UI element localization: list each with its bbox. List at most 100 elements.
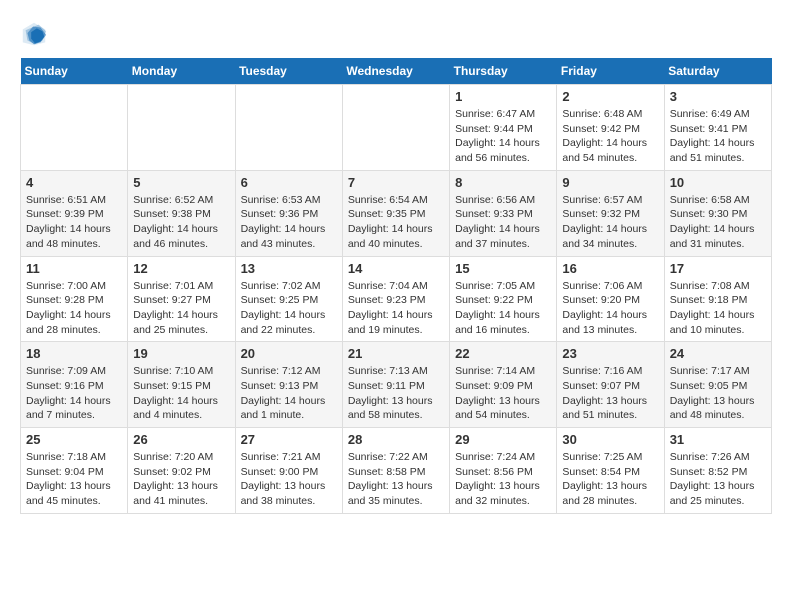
calendar-cell: 5 Sunrise: 6:52 AM Sunset: 9:38 PM Daylig… xyxy=(128,170,235,256)
day-info: Sunrise: 6:51 AM Sunset: 9:39 PM Dayligh… xyxy=(26,193,122,252)
day-info: Sunrise: 7:09 AM Sunset: 9:16 PM Dayligh… xyxy=(26,364,122,423)
day-info: Sunrise: 7:01 AM Sunset: 9:27 PM Dayligh… xyxy=(133,279,229,338)
day-info: Sunrise: 7:26 AM Sunset: 8:52 PM Dayligh… xyxy=(670,450,766,509)
day-info: Sunrise: 7:24 AM Sunset: 8:56 PM Dayligh… xyxy=(455,450,551,509)
calendar-cell xyxy=(21,85,128,171)
day-info: Sunrise: 6:49 AM Sunset: 9:41 PM Dayligh… xyxy=(670,107,766,166)
day-number: 24 xyxy=(670,346,766,361)
day-number: 22 xyxy=(455,346,551,361)
calendar-cell: 31 Sunrise: 7:26 AM Sunset: 8:52 PM Dayli… xyxy=(664,428,771,514)
logo-icon xyxy=(20,20,48,48)
calendar-cell: 16Sunrise: 7:06 AM Sunset: 9:20 PM Dayli… xyxy=(557,256,664,342)
weekday-header-row: SundayMondayTuesdayWednesdayThursdayFrid… xyxy=(21,58,772,85)
day-number: 29 xyxy=(455,432,551,447)
day-info: Sunrise: 6:52 AM Sunset: 9:38 PM Dayligh… xyxy=(133,193,229,252)
calendar-cell: 13 Sunrise: 7:02 AM Sunset: 9:25 PM Dayli… xyxy=(235,256,342,342)
day-info: Sunrise: 7:10 AM Sunset: 9:15 PM Dayligh… xyxy=(133,364,229,423)
day-number: 20 xyxy=(241,346,337,361)
day-number: 21 xyxy=(348,346,444,361)
weekday-header-saturday: Saturday xyxy=(664,58,771,85)
calendar-cell: 24 Sunrise: 7:17 AM Sunset: 9:05 PM Dayli… xyxy=(664,342,771,428)
weekday-header-tuesday: Tuesday xyxy=(235,58,342,85)
day-number: 23 xyxy=(562,346,658,361)
day-info: Sunrise: 7:18 AM Sunset: 9:04 PM Dayligh… xyxy=(26,450,122,509)
day-number: 18 xyxy=(26,346,122,361)
calendar-cell: 27 Sunrise: 7:21 AM Sunset: 9:00 PM Dayli… xyxy=(235,428,342,514)
day-number: 1 xyxy=(455,89,551,104)
calendar-cell: 28Sunrise: 7:22 AM Sunset: 8:58 PM Dayli… xyxy=(342,428,449,514)
day-number: 13 xyxy=(241,261,337,276)
calendar-cell: 3 Sunrise: 6:49 AM Sunset: 9:41 PM Daylig… xyxy=(664,85,771,171)
logo xyxy=(20,20,52,48)
calendar-week-row: 4 Sunrise: 6:51 AM Sunset: 9:39 PM Daylig… xyxy=(21,170,772,256)
day-number: 11 xyxy=(26,261,122,276)
day-info: Sunrise: 7:04 AM Sunset: 9:23 PM Dayligh… xyxy=(348,279,444,338)
calendar-header: SundayMondayTuesdayWednesdayThursdayFrid… xyxy=(21,58,772,85)
day-info: Sunrise: 6:58 AM Sunset: 9:30 PM Dayligh… xyxy=(670,193,766,252)
calendar-cell: 14 Sunrise: 7:04 AM Sunset: 9:23 PM Dayli… xyxy=(342,256,449,342)
day-number: 2 xyxy=(562,89,658,104)
calendar-table: SundayMondayTuesdayWednesdayThursdayFrid… xyxy=(20,58,772,514)
day-number: 8 xyxy=(455,175,551,190)
calendar-cell xyxy=(128,85,235,171)
day-info: Sunrise: 7:14 AM Sunset: 9:09 PM Dayligh… xyxy=(455,364,551,423)
calendar-cell: 21 Sunrise: 7:13 AM Sunset: 9:11 PM Dayli… xyxy=(342,342,449,428)
day-info: Sunrise: 7:06 AM Sunset: 9:20 PM Dayligh… xyxy=(562,279,658,338)
day-info: Sunrise: 6:56 AM Sunset: 9:33 PM Dayligh… xyxy=(455,193,551,252)
calendar-cell: 17 Sunrise: 7:08 AM Sunset: 9:18 PM Dayli… xyxy=(664,256,771,342)
page-header xyxy=(20,20,772,48)
calendar-cell: 23 Sunrise: 7:16 AM Sunset: 9:07 PM Dayli… xyxy=(557,342,664,428)
calendar-week-row: 1 Sunrise: 6:47 AM Sunset: 9:44 PM Daylig… xyxy=(21,85,772,171)
calendar-cell: 1 Sunrise: 6:47 AM Sunset: 9:44 PM Daylig… xyxy=(450,85,557,171)
calendar-week-row: 25 Sunrise: 7:18 AM Sunset: 9:04 PM Dayli… xyxy=(21,428,772,514)
day-number: 10 xyxy=(670,175,766,190)
day-number: 25 xyxy=(26,432,122,447)
day-number: 27 xyxy=(241,432,337,447)
day-number: 3 xyxy=(670,89,766,104)
day-info: Sunrise: 6:53 AM Sunset: 9:36 PM Dayligh… xyxy=(241,193,337,252)
day-info: Sunrise: 6:54 AM Sunset: 9:35 PM Dayligh… xyxy=(348,193,444,252)
calendar-cell: 25 Sunrise: 7:18 AM Sunset: 9:04 PM Dayli… xyxy=(21,428,128,514)
calendar-cell: 8 Sunrise: 6:56 AM Sunset: 9:33 PM Daylig… xyxy=(450,170,557,256)
calendar-cell: 6 Sunrise: 6:53 AM Sunset: 9:36 PM Daylig… xyxy=(235,170,342,256)
calendar-cell: 15Sunrise: 7:05 AM Sunset: 9:22 PM Dayli… xyxy=(450,256,557,342)
calendar-cell: 11 Sunrise: 7:00 AM Sunset: 9:28 PM Dayli… xyxy=(21,256,128,342)
weekday-header-sunday: Sunday xyxy=(21,58,128,85)
day-info: Sunrise: 7:21 AM Sunset: 9:00 PM Dayligh… xyxy=(241,450,337,509)
day-number: 6 xyxy=(241,175,337,190)
calendar-body: 1 Sunrise: 6:47 AM Sunset: 9:44 PM Daylig… xyxy=(21,85,772,514)
calendar-cell: 22 Sunrise: 7:14 AM Sunset: 9:09 PM Dayli… xyxy=(450,342,557,428)
calendar-cell: 7Sunrise: 6:54 AM Sunset: 9:35 PM Daylig… xyxy=(342,170,449,256)
day-info: Sunrise: 7:16 AM Sunset: 9:07 PM Dayligh… xyxy=(562,364,658,423)
weekday-header-thursday: Thursday xyxy=(450,58,557,85)
day-number: 9 xyxy=(562,175,658,190)
day-number: 12 xyxy=(133,261,229,276)
calendar-week-row: 11 Sunrise: 7:00 AM Sunset: 9:28 PM Dayli… xyxy=(21,256,772,342)
day-number: 17 xyxy=(670,261,766,276)
day-info: Sunrise: 7:02 AM Sunset: 9:25 PM Dayligh… xyxy=(241,279,337,338)
calendar-cell: 10 Sunrise: 6:58 AM Sunset: 9:30 PM Dayli… xyxy=(664,170,771,256)
day-info: Sunrise: 7:13 AM Sunset: 9:11 PM Dayligh… xyxy=(348,364,444,423)
day-number: 26 xyxy=(133,432,229,447)
day-info: Sunrise: 7:25 AM Sunset: 8:54 PM Dayligh… xyxy=(562,450,658,509)
weekday-header-monday: Monday xyxy=(128,58,235,85)
weekday-header-friday: Friday xyxy=(557,58,664,85)
calendar-cell: 29 Sunrise: 7:24 AM Sunset: 8:56 PM Dayli… xyxy=(450,428,557,514)
day-number: 31 xyxy=(670,432,766,447)
day-info: Sunrise: 7:08 AM Sunset: 9:18 PM Dayligh… xyxy=(670,279,766,338)
day-info: Sunrise: 7:00 AM Sunset: 9:28 PM Dayligh… xyxy=(26,279,122,338)
calendar-week-row: 18 Sunrise: 7:09 AM Sunset: 9:16 PM Dayli… xyxy=(21,342,772,428)
day-number: 4 xyxy=(26,175,122,190)
day-number: 14 xyxy=(348,261,444,276)
day-number: 19 xyxy=(133,346,229,361)
day-info: Sunrise: 7:17 AM Sunset: 9:05 PM Dayligh… xyxy=(670,364,766,423)
calendar-cell: 2 Sunrise: 6:48 AM Sunset: 9:42 PM Daylig… xyxy=(557,85,664,171)
day-number: 5 xyxy=(133,175,229,190)
day-number: 30 xyxy=(562,432,658,447)
calendar-cell: 26Sunrise: 7:20 AM Sunset: 9:02 PM Dayli… xyxy=(128,428,235,514)
day-info: Sunrise: 7:12 AM Sunset: 9:13 PM Dayligh… xyxy=(241,364,337,423)
day-info: Sunrise: 6:47 AM Sunset: 9:44 PM Dayligh… xyxy=(455,107,551,166)
calendar-cell: 9Sunrise: 6:57 AM Sunset: 9:32 PM Daylig… xyxy=(557,170,664,256)
day-info: Sunrise: 6:48 AM Sunset: 9:42 PM Dayligh… xyxy=(562,107,658,166)
calendar-cell: 4 Sunrise: 6:51 AM Sunset: 9:39 PM Daylig… xyxy=(21,170,128,256)
